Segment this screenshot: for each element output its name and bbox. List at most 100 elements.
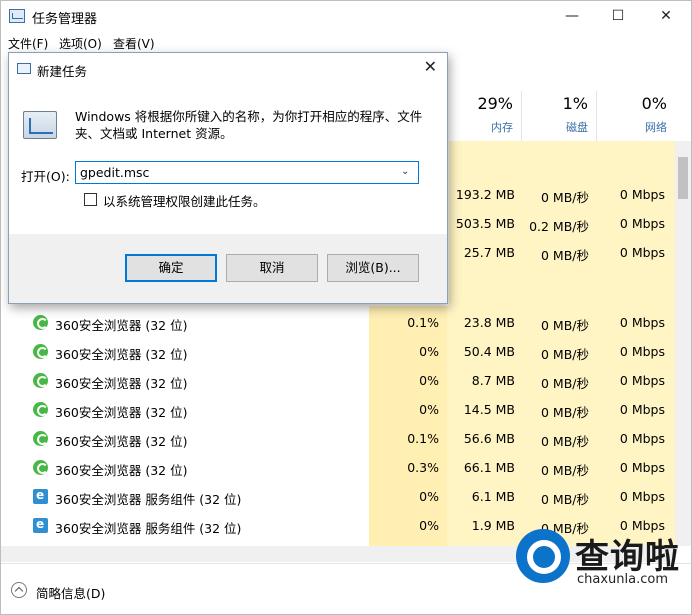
fewer-details-link[interactable]: 简略信息(D) bbox=[36, 583, 105, 602]
maximize-button[interactable]: ☐ bbox=[595, 1, 641, 32]
browser-icon bbox=[33, 344, 48, 359]
table-row[interactable]: 360安全浏览器 (32 位) 0% 50.4 MB 0 MB/秒 0 Mbps bbox=[1, 338, 677, 367]
menu-options[interactable]: 选项(O) bbox=[59, 35, 102, 52]
chevron-down-icon[interactable]: ⌄ bbox=[401, 166, 409, 177]
table-row[interactable]: 360安全浏览器 (32 位) 0% 14.5 MB 0 MB/秒 0 Mbps bbox=[1, 396, 677, 425]
cpu-cell: 0% bbox=[419, 489, 439, 504]
disk-percent: 1% bbox=[562, 94, 588, 113]
minimize-button[interactable]: — bbox=[549, 1, 595, 32]
network-label: 网络 bbox=[645, 121, 667, 134]
process-name: 360安全浏览器 服务组件 (32 位) bbox=[55, 492, 242, 507]
table-row[interactable]: 360安全浏览器 (32 位) 0.3% 66.1 MB 0 MB/秒 0 Mb… bbox=[1, 454, 677, 483]
network-cell: 0 Mbps bbox=[619, 245, 665, 260]
table-row[interactable]: 360安全浏览器 服务组件 (32 位) 0% 6.1 MB 0 MB/秒 0 … bbox=[1, 483, 677, 512]
network-cell: 0 Mbps bbox=[619, 373, 665, 388]
memory-cell: 50.4 MB bbox=[463, 344, 515, 359]
disk-cell: 0 MB/秒 bbox=[541, 463, 589, 478]
process-name: 360安全浏览器 (32 位) bbox=[55, 376, 188, 391]
disk-cell: 0 MB/秒 bbox=[541, 318, 589, 333]
dialog-title: 新建任务 bbox=[37, 64, 88, 79]
disk-cell: 0 MB/秒 bbox=[541, 376, 589, 391]
memory-cell: 193.2 MB bbox=[455, 187, 515, 202]
process-name: 360安全浏览器 服务组件 (32 位) bbox=[55, 521, 242, 536]
browse-button[interactable]: 浏览(B)... bbox=[327, 254, 419, 282]
disk-cell: 0 MB/秒 bbox=[541, 492, 589, 507]
column-header-memory[interactable]: 29% 内存 bbox=[447, 91, 521, 141]
disk-cell: 0 MB/秒 bbox=[541, 248, 589, 263]
memory-cell: 503.5 MB bbox=[455, 216, 515, 231]
disk-cell: 0 MB/秒 bbox=[541, 434, 589, 449]
ok-button[interactable]: 确定 bbox=[125, 254, 217, 282]
service-icon bbox=[33, 488, 48, 504]
browser-icon bbox=[33, 431, 48, 446]
memory-cell: 66.1 MB bbox=[463, 460, 515, 475]
create-new-task-dialog: 新建任务 ✕ Windows 将根据你所键入的名称，为你打开相应的程序、文件夹、… bbox=[8, 52, 448, 304]
disk-cell: 0.2 MB/秒 bbox=[529, 219, 589, 234]
service-icon bbox=[33, 517, 48, 533]
open-input[interactable] bbox=[75, 161, 419, 184]
network-cell: 0 Mbps bbox=[619, 402, 665, 417]
process-name: 360安全浏览器 (32 位) bbox=[55, 405, 188, 420]
horizontal-scrollbar[interactable] bbox=[1, 546, 675, 562]
disk-cell: 0 MB/秒 bbox=[541, 405, 589, 420]
watermark-logo-icon bbox=[516, 529, 570, 583]
memory-cell: 23.8 MB bbox=[463, 315, 515, 330]
dialog-description: Windows 将根据你所键入的名称，为你打开相应的程序、文件夹、文档或 Int… bbox=[75, 109, 423, 141]
memory-cell: 25.7 MB bbox=[463, 245, 515, 260]
vertical-scrollbar[interactable] bbox=[675, 141, 691, 546]
memory-cell: 1.9 MB bbox=[471, 518, 515, 533]
memory-cell: 14.5 MB bbox=[463, 402, 515, 417]
watermark-text: 查询啦 bbox=[575, 537, 680, 577]
run-icon bbox=[17, 63, 31, 74]
cpu-cell: 0.1% bbox=[407, 431, 439, 446]
network-cell: 0 Mbps bbox=[619, 460, 665, 475]
window-title: 任务管理器 bbox=[32, 12, 98, 27]
browser-icon bbox=[33, 460, 48, 475]
network-cell: 0 Mbps bbox=[619, 431, 665, 446]
cpu-cell: 0% bbox=[419, 373, 439, 388]
cancel-button[interactable]: 取消 bbox=[226, 254, 318, 282]
network-percent: 0% bbox=[641, 94, 667, 113]
column-header-disk[interactable]: 1% 磁盘 bbox=[521, 91, 596, 141]
table-row[interactable]: 360安全浏览器 (32 位) 0.1% 56.6 MB 0 MB/秒 0 Mb… bbox=[1, 425, 677, 454]
network-cell: 0 Mbps bbox=[619, 315, 665, 330]
cpu-cell: 0.1% bbox=[407, 315, 439, 330]
process-name: 360安全浏览器 (32 位) bbox=[55, 463, 188, 478]
column-header-network[interactable]: 0% 网络 bbox=[596, 91, 675, 141]
run-program-icon bbox=[23, 111, 57, 139]
menu-view[interactable]: 查看(V) bbox=[113, 35, 155, 52]
table-row[interactable]: 360安全浏览器 (32 位) 0% 8.7 MB 0 MB/秒 0 Mbps bbox=[1, 367, 677, 396]
process-name: 360安全浏览器 (32 位) bbox=[55, 347, 188, 362]
network-cell: 0 Mbps bbox=[619, 489, 665, 504]
process-name: 360安全浏览器 (32 位) bbox=[55, 318, 188, 333]
title-bar: 任务管理器 — ☐ ✕ bbox=[1, 1, 691, 32]
browser-icon bbox=[33, 373, 48, 388]
memory-cell: 6.1 MB bbox=[471, 489, 515, 504]
memory-label: 内存 bbox=[491, 121, 513, 134]
scrollbar-thumb[interactable] bbox=[678, 157, 688, 199]
network-cell: 0 Mbps bbox=[619, 344, 665, 359]
cpu-cell: 0% bbox=[419, 402, 439, 417]
cpu-cell: 0% bbox=[419, 344, 439, 359]
menu-file[interactable]: 文件(F) bbox=[8, 35, 48, 52]
close-button[interactable]: ✕ bbox=[643, 1, 689, 32]
memory-cell: 56.6 MB bbox=[463, 431, 515, 446]
task-manager-icon bbox=[9, 9, 25, 23]
memory-cell: 8.7 MB bbox=[471, 373, 515, 388]
admin-checkbox-label[interactable]: 以系统管理权限创建此任务。 bbox=[103, 191, 266, 210]
table-row[interactable]: 360安全浏览器 (32 位) 0.1% 23.8 MB 0 MB/秒 0 Mb… bbox=[1, 309, 677, 338]
disk-cell: 0 MB/秒 bbox=[541, 190, 589, 205]
memory-percent: 29% bbox=[477, 94, 513, 113]
menu-bar: 文件(F) 选项(O) 查看(V) bbox=[1, 32, 691, 54]
dialog-close-button[interactable]: ✕ bbox=[424, 57, 437, 76]
network-cell: 0 Mbps bbox=[619, 187, 665, 202]
admin-checkbox[interactable] bbox=[84, 193, 97, 206]
browser-icon bbox=[33, 315, 48, 330]
disk-cell: 0 MB/秒 bbox=[541, 347, 589, 362]
cpu-cell: 0.3% bbox=[407, 460, 439, 475]
process-name: 360安全浏览器 (32 位) bbox=[55, 434, 188, 449]
disk-label: 磁盘 bbox=[566, 121, 588, 134]
browser-icon bbox=[33, 402, 48, 417]
chevron-up-icon[interactable] bbox=[11, 582, 27, 598]
network-cell: 0 Mbps bbox=[619, 216, 665, 231]
